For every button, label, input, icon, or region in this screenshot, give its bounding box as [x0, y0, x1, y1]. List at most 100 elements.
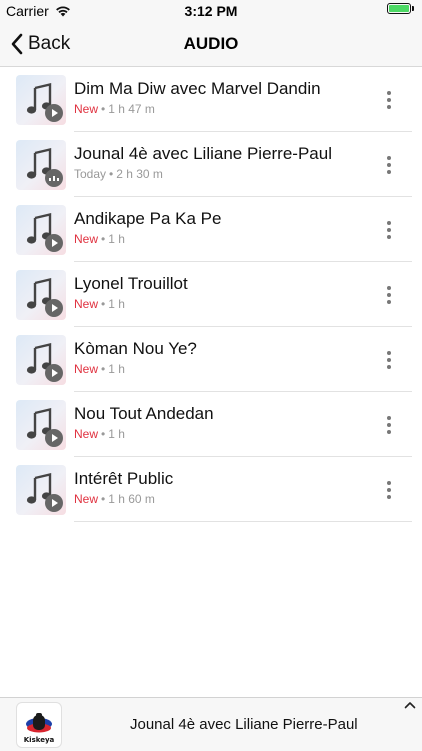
- episode-meta: New • 1 h: [74, 232, 125, 246]
- episode-status: New: [74, 362, 99, 376]
- episode-artwork: [16, 140, 66, 190]
- now-playing-title: Jounal 4è avec Liliane Pierre-Paul: [130, 716, 358, 733]
- more-dot: [387, 91, 391, 95]
- battery-icon: [387, 3, 411, 14]
- episode-artwork: [16, 465, 66, 515]
- episode-row[interactable]: Lyonel Trouillot New • 1 h: [0, 262, 422, 327]
- battery-fill: [389, 5, 409, 12]
- episode-status: New: [74, 492, 99, 506]
- episode-meta: New • 1 h: [74, 297, 125, 311]
- episode-title: Nou Tout Andedan: [74, 404, 214, 423]
- separator-dot: •: [101, 232, 106, 246]
- more-dot: [387, 365, 391, 369]
- episode-artwork: [16, 205, 66, 255]
- episode-artwork: [16, 75, 66, 125]
- chevron-left-icon: [11, 33, 23, 55]
- separator-dot: •: [101, 492, 106, 506]
- more-dot: [387, 163, 391, 167]
- play-icon: [45, 299, 63, 317]
- play-icon: [45, 364, 63, 382]
- more-options-button[interactable]: [378, 282, 400, 308]
- logo-text: Kiskeya: [23, 736, 55, 744]
- episode-row[interactable]: Intérêt Public New • 1 h 60 m: [0, 457, 422, 522]
- more-dot: [387, 105, 391, 109]
- episode-duration: 2 h 30 m: [116, 167, 163, 181]
- episode-row[interactable]: Dim Ma Diw avec Marvel Dandin New • 1 h 47…: [0, 67, 422, 132]
- mini-player[interactable]: Kiskeya Jounal 4è avec Liliane Pierre-Pa…: [0, 697, 422, 751]
- more-dot: [387, 416, 391, 420]
- row-divider: [74, 521, 412, 522]
- play-icon: [45, 234, 63, 252]
- separator-dot: •: [101, 427, 106, 441]
- chevron-up-icon[interactable]: [404, 701, 416, 709]
- episode-artwork: [16, 335, 66, 385]
- episode-duration: 1 h: [108, 362, 125, 376]
- more-options-button[interactable]: [378, 217, 400, 243]
- clock: 3:12 PM: [184, 3, 238, 19]
- episode-status: New: [74, 102, 99, 116]
- more-options-button[interactable]: [378, 477, 400, 503]
- more-dot: [387, 300, 391, 304]
- episode-title: Jounal 4è avec Liliane Pierre-Paul: [74, 144, 332, 163]
- more-dot: [387, 286, 391, 290]
- more-dot: [387, 481, 391, 485]
- episode-duration: 1 h: [108, 297, 125, 311]
- separator-dot: •: [101, 102, 106, 116]
- more-dot: [387, 495, 391, 499]
- episode-row[interactable]: Jounal 4è avec Liliane Pierre-Paul Today…: [0, 132, 422, 197]
- episode-meta: New • 1 h: [74, 362, 125, 376]
- episode-row[interactable]: Nou Tout Andedan New • 1 h: [0, 392, 422, 457]
- more-dot: [387, 170, 391, 174]
- episode-artwork: [16, 400, 66, 450]
- back-label: Back: [28, 33, 71, 54]
- episode-title: Andikape Pa Ka Pe: [74, 209, 222, 228]
- episode-duration: 1 h: [108, 232, 125, 246]
- play-icon: [45, 429, 63, 447]
- episode-list: Dim Ma Diw avec Marvel Dandin New • 1 h 47…: [0, 67, 422, 522]
- back-button[interactable]: Back: [10, 30, 70, 58]
- episode-duration: 1 h 47 m: [108, 102, 155, 116]
- separator-dot: •: [101, 297, 106, 311]
- more-dot: [387, 423, 391, 427]
- episode-artwork: [16, 270, 66, 320]
- episode-row[interactable]: Andikape Pa Ka Pe New • 1 h: [0, 197, 422, 262]
- play-icon: [45, 494, 63, 512]
- more-dot: [387, 351, 391, 355]
- episode-status: New: [74, 427, 99, 441]
- more-dot: [387, 430, 391, 434]
- episode-title: Dim Ma Diw avec Marvel Dandin: [74, 79, 321, 98]
- more-dot: [387, 488, 391, 492]
- episode-meta: New • 1 h 60 m: [74, 492, 155, 506]
- battery-indicator: [387, 3, 414, 14]
- navigation-bar: Back AUDIO: [0, 22, 422, 67]
- more-dot: [387, 98, 391, 102]
- episode-meta: New • 1 h: [74, 427, 125, 441]
- episode-status: New: [74, 297, 99, 311]
- episode-meta: Today • 2 h 30 m: [74, 167, 163, 181]
- play-icon: [45, 104, 63, 122]
- more-dot: [387, 228, 391, 232]
- more-options-button[interactable]: [378, 347, 400, 373]
- more-dot: [387, 293, 391, 297]
- episode-status: New: [74, 232, 99, 246]
- episode-title: Intérêt Public: [74, 469, 174, 488]
- status-bar: Carrier 3:12 PM: [0, 0, 422, 22]
- episode-title: Lyonel Trouillot: [74, 274, 188, 293]
- episode-status: Today: [74, 167, 107, 181]
- more-options-button[interactable]: [378, 152, 400, 178]
- separator-dot: •: [109, 167, 114, 181]
- more-dot: [387, 221, 391, 225]
- episode-meta: New • 1 h 47 m: [74, 102, 155, 116]
- battery-tip: [412, 6, 414, 11]
- more-dot: [387, 235, 391, 239]
- episode-duration: 1 h: [108, 427, 125, 441]
- more-dot: [387, 358, 391, 362]
- more-options-button[interactable]: [378, 412, 400, 438]
- station-logo: Kiskeya: [16, 702, 62, 748]
- more-dot: [387, 156, 391, 160]
- episode-duration: 1 h 60 m: [108, 492, 155, 506]
- episode-row[interactable]: Kòman Nou Ye? New • 1 h: [0, 327, 422, 392]
- more-badge-icon: [45, 169, 63, 187]
- more-options-button[interactable]: [378, 87, 400, 113]
- episode-title: Kòman Nou Ye?: [74, 339, 197, 358]
